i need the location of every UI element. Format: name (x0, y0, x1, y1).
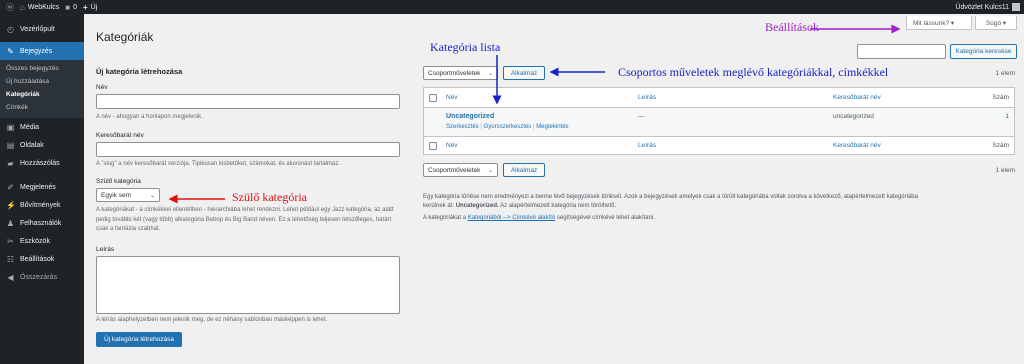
plugins-icon: ⚡ (6, 200, 16, 210)
site-name-link[interactable]: ⌂ WebKulcs (20, 0, 59, 14)
pin-icon: ✎ (7, 46, 14, 56)
delete-note: Egy kategória törlése nem eredményezi a … (423, 194, 918, 209)
sidebar-item-media[interactable]: ▣ Média (0, 118, 84, 136)
sidebar-item-tools[interactable]: ✂ Eszközök (0, 232, 84, 250)
column-slug-bottom[interactable]: Keresőbarát név (833, 142, 881, 149)
help-button[interactable]: Súgó ▾ (975, 16, 1017, 30)
select-all-checkbox-bottom[interactable] (429, 142, 437, 150)
plus-icon: + (82, 2, 88, 12)
table-row: Uncategorized Szerkesztés | Gyorsszerkes… (424, 108, 1014, 136)
categories-table: Név Leírás Keresőbarát név Szám Uncatego… (423, 87, 1015, 155)
chevron-down-icon: ⌄ (149, 193, 155, 199)
comments-link[interactable]: ■ 0 (65, 0, 77, 14)
apply-button-top[interactable]: Alkalmaz (503, 66, 545, 80)
name-input[interactable] (96, 94, 400, 109)
tools-icon: ✂ (7, 236, 14, 246)
select-all-checkbox[interactable] (429, 94, 437, 102)
add-category-button[interactable]: Új kategória létrehozása (96, 332, 182, 347)
sidebar-item-comments[interactable]: ▰ Hozzászólás (0, 154, 84, 172)
item-count-top: 1 elem (995, 70, 1015, 77)
column-count-bottom[interactable]: Szám (992, 142, 1009, 149)
appearance-icon: ✐ (7, 182, 14, 192)
category-description: — (638, 113, 645, 120)
dashboard-icon: ◴ (7, 24, 14, 34)
slug-help: A "slug" a név keresőbarát verziója. Tip… (96, 161, 341, 167)
admin-sidebar: ◴ Vezérlőpult ✎ Bejegyzés Összes bejegyzés… (0, 14, 84, 364)
column-description-bottom[interactable]: Leírás (638, 142, 656, 149)
sidebar-item-dashboard[interactable]: ◴ Vezérlőpult (0, 20, 84, 38)
annotation-bulk-actions: Csoportos műveletek meglévő kategóriákka… (618, 65, 889, 79)
sidebar-item-plugins[interactable]: ⚡ Bővítmények (0, 196, 84, 214)
category-post-count[interactable]: 1 (1005, 113, 1009, 120)
comment-icon: ■ (65, 2, 71, 12)
column-description[interactable]: Leírás (638, 94, 656, 101)
users-icon: ♟ (6, 218, 15, 228)
admin-bar: ⓦ ⌂ WebKulcs ■ 0 + Új Üdvözlet Kulcs11 (0, 0, 1024, 14)
screen-options-button[interactable]: Mit lássunk? ▾ (906, 16, 972, 30)
parent-help: A kategóriákat - a címkékkel ellentétben… (96, 207, 394, 232)
form-heading: Új kategória létrehozása (96, 67, 183, 76)
chevron-down-icon: ⌄ (487, 71, 493, 77)
bulk-actions-select-bottom[interactable]: Csoportműveletek ⌄ (423, 163, 498, 177)
wordpress-logo-icon[interactable]: ⓦ (6, 0, 14, 14)
settings-icon: ☷ (6, 254, 15, 264)
collapse-icon: ◀ (7, 272, 14, 282)
submenu-add-new[interactable]: Új hozzáadása (0, 75, 84, 88)
pages-icon: ▤ (6, 140, 15, 150)
chevron-down-icon: ⌄ (487, 168, 493, 174)
comments-icon: ▰ (7, 158, 14, 168)
name-label: Név (96, 84, 108, 91)
sidebar-item-users[interactable]: ♟ Felhasználók (0, 214, 84, 232)
annotation-settings: Beállítások (765, 20, 819, 34)
column-name[interactable]: Név (446, 94, 458, 101)
column-slug[interactable]: Keresőbarát név (833, 94, 881, 101)
category-search-button[interactable]: Kategória keresése (950, 44, 1017, 59)
home-icon: ⌂ (20, 2, 25, 12)
annotation-parent-category: Szülő kategória (232, 190, 307, 204)
column-name-bottom[interactable]: Név (446, 142, 458, 149)
table-header: Név Leírás Keresőbarát név Szám (424, 88, 1014, 108)
name-help: A név - ahogyan a honlapon megjelenik. (96, 114, 203, 120)
description-label: Leírás (96, 246, 115, 253)
submenu-all-posts[interactable]: Összes bejegyzés (0, 62, 84, 75)
posts-submenu: Összes bejegyzés Új hozzáadása Kategóriá… (0, 60, 84, 118)
sidebar-item-pages[interactable]: ▤ Oldalak (0, 136, 84, 154)
parent-label: Szülő kategória (96, 178, 141, 185)
quick-edit-link[interactable]: Gyorsszerkesztés (484, 124, 532, 130)
category-search-input[interactable] (857, 44, 946, 59)
row-actions: Szerkesztés | Gyorsszerkesztés | Megteki… (446, 124, 569, 130)
view-link[interactable]: Megtekintés (536, 124, 568, 130)
annotation-category-list: Kategória lista (430, 40, 501, 54)
category-name-link[interactable]: Uncategorized (446, 113, 494, 120)
description-textarea[interactable] (96, 256, 400, 314)
item-count-bottom: 1 elem (995, 167, 1015, 174)
sidebar-item-posts[interactable]: ✎ Bejegyzés (0, 42, 84, 60)
sidebar-item-appearance[interactable]: ✐ Megjelenés (0, 178, 84, 196)
edit-link[interactable]: Szerkesztés (446, 124, 479, 130)
submenu-tags[interactable]: Címkék (0, 101, 84, 114)
submenu-categories[interactable]: Kategóriák (0, 88, 84, 101)
slug-label: Keresőbarát név (96, 132, 144, 139)
slug-input[interactable] (96, 142, 400, 157)
apply-button-bottom[interactable]: Alkalmaz (503, 163, 545, 177)
media-icon: ▣ (6, 122, 15, 132)
category-tag-converter-link[interactable]: Kategóriából --> Címkévé alakító (468, 215, 556, 221)
page-title: Kategóriák (96, 30, 154, 44)
account-menu[interactable]: Üdvözlet Kulcs11 (955, 0, 1020, 14)
description-help: A leírás alaphelyzetben nem jelenik meg,… (96, 317, 328, 323)
table-footer: Név Leírás Keresőbarát név Szám (424, 136, 1014, 155)
category-slug: uncategorized (833, 113, 874, 120)
converter-note: A kategóriákat a Kategóriából --> Címkév… (423, 215, 655, 221)
bulk-actions-select-top[interactable]: Csoportműveletek ⌄ (423, 66, 498, 80)
sidebar-item-settings[interactable]: ☷ Beállítások (0, 250, 84, 268)
avatar (1012, 3, 1020, 11)
new-content-link[interactable]: + Új (83, 0, 97, 14)
sidebar-collapse-button[interactable]: ◀ Összezárás (0, 268, 84, 286)
column-count[interactable]: Szám (992, 94, 1009, 101)
parent-select[interactable]: Egyik sem ⌄ (96, 188, 160, 202)
